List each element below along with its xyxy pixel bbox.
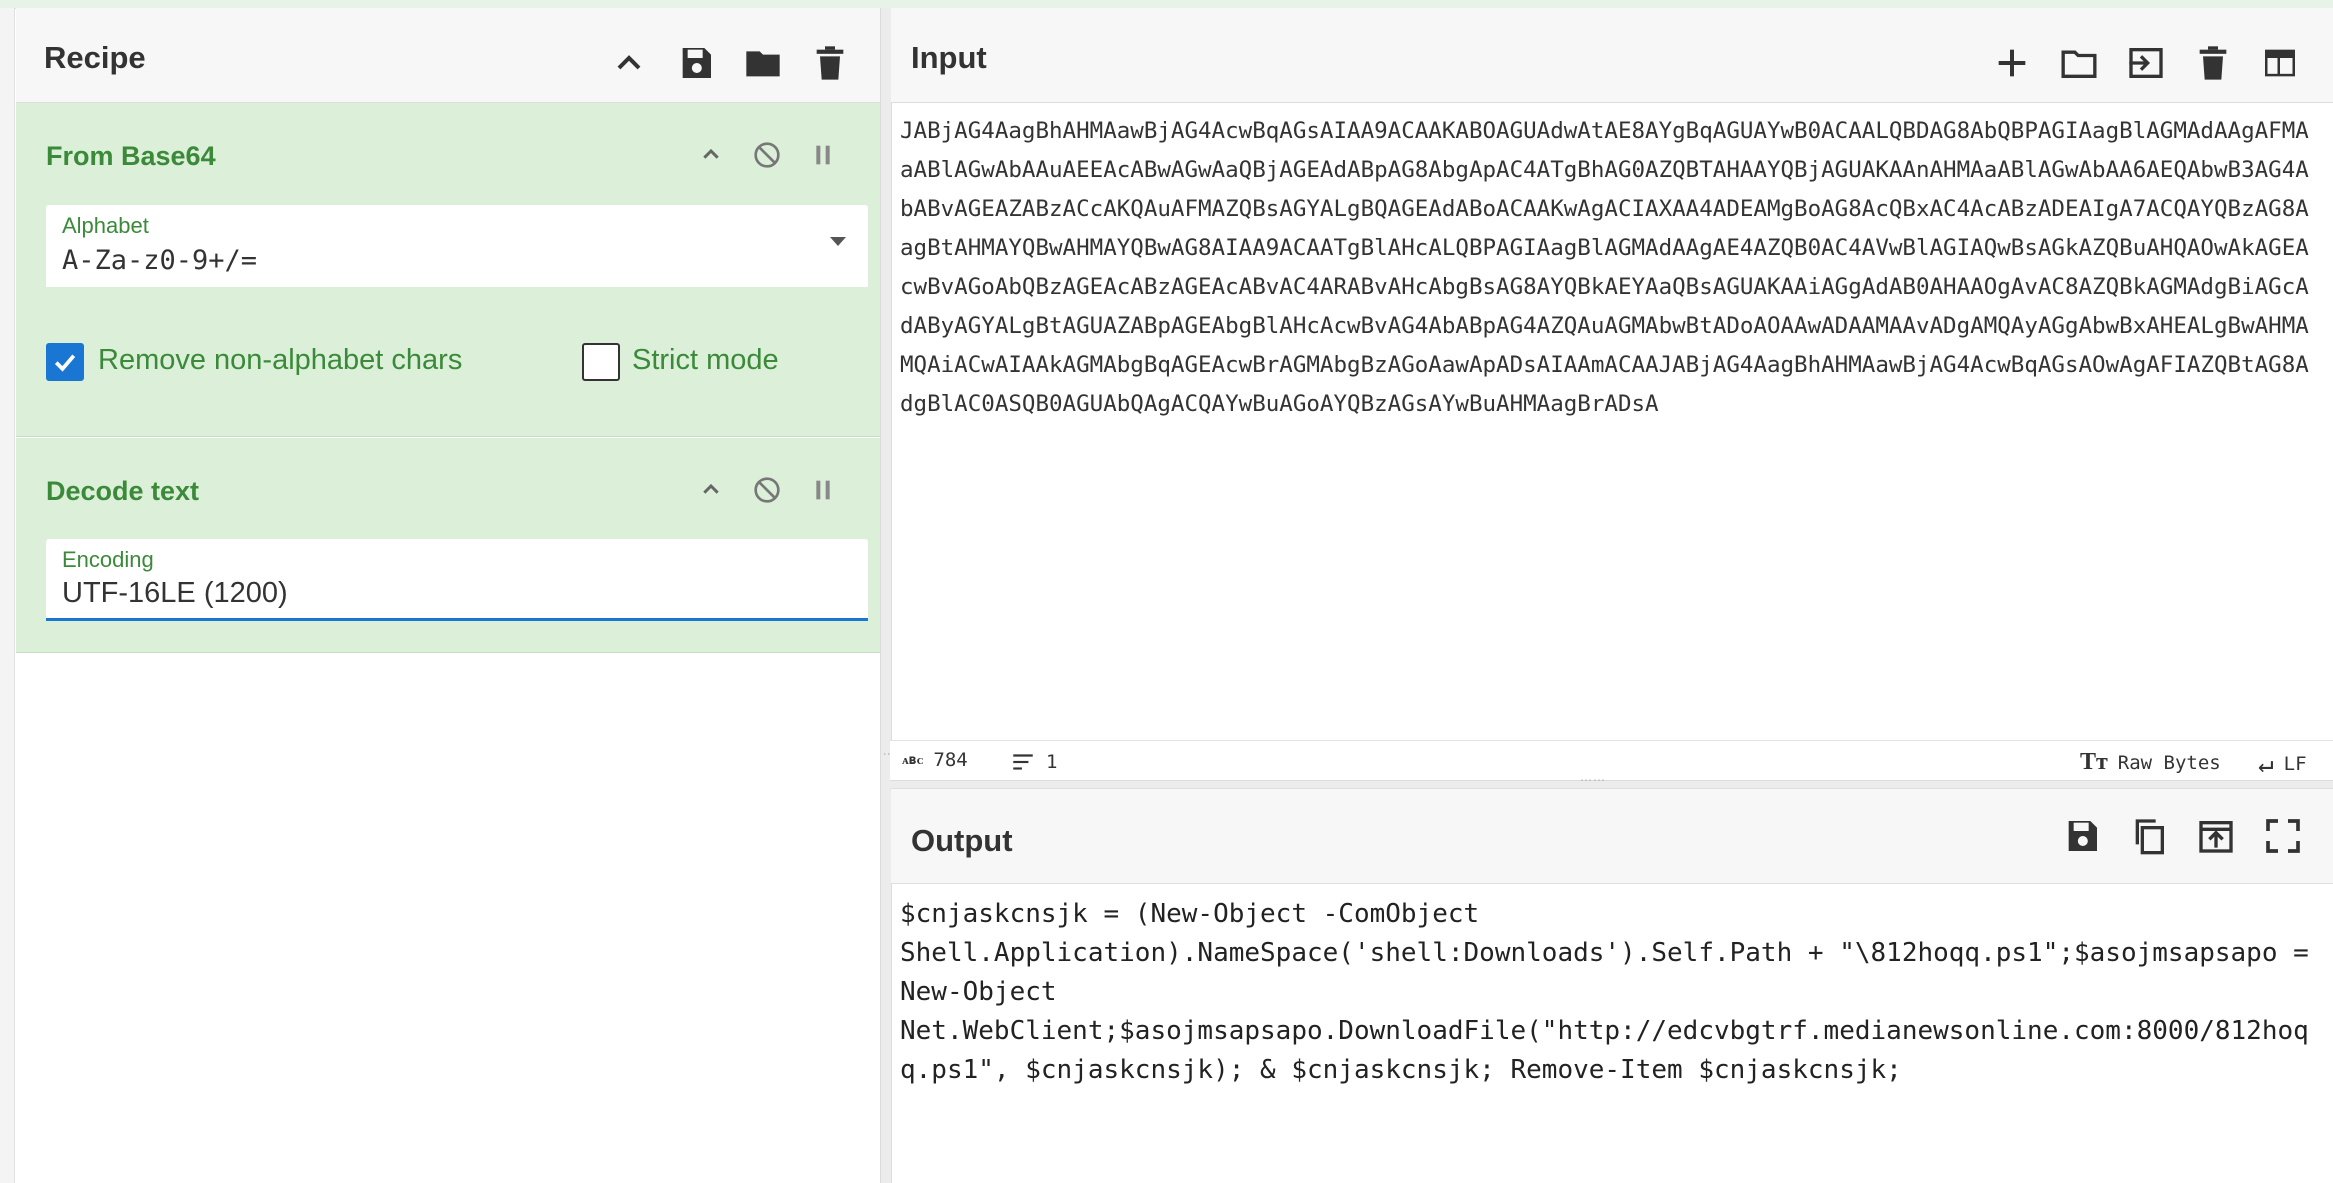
chevron-up-icon <box>617 55 641 70</box>
alphabet-select[interactable]: Alphabet A-Za-z0-9+/= <box>46 205 868 287</box>
strict-mode-label: Strict mode <box>632 344 779 376</box>
remove-nonalpha-checkbox[interactable] <box>46 343 84 381</box>
encoding-label: Encoding <box>62 547 154 572</box>
splitter-grip: ⋯⋯ <box>1580 773 1606 787</box>
operation-collapse-button[interactable] <box>692 471 730 509</box>
recipe-header: Recipe <box>16 8 880 103</box>
layout-icon <box>2265 49 2295 77</box>
operation-breakpoint-button[interactable] <box>804 136 842 174</box>
chevron-down-icon <box>830 237 846 246</box>
return-icon: ↵ <box>2258 749 2274 779</box>
line-count-value: 1 <box>1046 751 1058 773</box>
maximise-output-button[interactable] <box>2258 811 2308 861</box>
operation-title: Decode text <box>46 476 200 506</box>
checkmark-icon <box>54 354 76 372</box>
input-header: Input <box>891 8 2333 103</box>
recipe-clear-button[interactable] <box>805 38 855 88</box>
operation-collapse-button[interactable] <box>692 136 730 174</box>
recipe-load-button[interactable] <box>738 38 788 88</box>
recipe-save-button[interactable] <box>671 38 721 88</box>
recipe-title: Recipe <box>44 40 146 75</box>
char-count-value: 784 <box>933 749 968 771</box>
text-format-value: Raw Bytes <box>2117 751 2221 774</box>
text-format-icon: Tт <box>2080 749 2108 775</box>
fullscreen-icon <box>2266 819 2300 853</box>
strict-mode-checkbox[interactable] <box>582 343 620 381</box>
plus-icon <box>1998 49 2026 77</box>
save-icon <box>682 48 711 78</box>
remove-nonalpha-label: Remove non-alphabet chars <box>98 344 463 376</box>
vertical-splitter[interactable]: ⋮ <box>880 8 896 1183</box>
operation-breakpoint-button[interactable] <box>804 471 842 509</box>
encoding-value: UTF-16LE (1200) <box>62 577 288 609</box>
import-input-button[interactable] <box>2121 38 2171 88</box>
copy-output-button[interactable] <box>2124 811 2174 861</box>
input-textarea[interactable]: JABjAG4AagBhAHMAawBjAG4AcwBqAGsAIAA9ACAA… <box>900 112 2320 772</box>
chevron-up-icon <box>703 148 719 159</box>
output-header: Output <box>891 788 2333 884</box>
eol-value: LF <box>2283 753 2307 775</box>
save-output-button[interactable] <box>2057 811 2107 861</box>
eol-selector[interactable]: ↵ LF <box>2258 749 2307 779</box>
save-icon <box>2068 821 2097 851</box>
operation-disable-button[interactable] <box>748 136 786 174</box>
text-format-selector[interactable]: Tт Raw Bytes <box>2080 749 2221 776</box>
pause-icon <box>816 480 830 500</box>
move-output-to-input-button[interactable] <box>2191 811 2241 861</box>
output-textarea[interactable]: $cnjaskcnsjk = (New-Object -ComObject Sh… <box>900 895 2320 1175</box>
folder-icon <box>2061 50 2097 78</box>
abc-icon: ᴀʙᴄ <box>902 753 924 768</box>
encoding-select[interactable]: Encoding UTF-16LE (1200) <box>46 539 868 621</box>
operation-decode-text: Decode text Encoding UTF-16LE (1200) <box>16 438 880 653</box>
folder-icon <box>746 51 780 77</box>
trash-icon <box>816 46 844 80</box>
output-title: Output <box>911 823 1013 858</box>
operation-from-base64: From Base64 Alphabet A-Za-z0-9+/= Remove… <box>16 103 880 437</box>
add-input-tab-button[interactable] <box>1987 38 2037 88</box>
operation-title: From Base64 <box>46 141 216 171</box>
copy-icon <box>2135 819 2164 855</box>
disable-icon <box>754 142 780 168</box>
reset-layout-button[interactable] <box>2255 38 2305 88</box>
clear-input-button[interactable] <box>2188 38 2238 88</box>
line-count: 1 <box>1010 749 1057 775</box>
lines-icon <box>1013 754 1033 770</box>
left-gutter <box>0 8 15 1183</box>
chevron-up-icon <box>703 483 719 494</box>
input-title: Input <box>911 40 987 75</box>
move-to-input-icon <box>2199 821 2233 853</box>
trash-icon <box>2199 46 2227 80</box>
recipe-collapse-button[interactable] <box>604 38 654 88</box>
char-count: ᴀʙᴄ 784 <box>902 749 968 771</box>
open-input-file-button[interactable] <box>2054 38 2104 88</box>
alphabet-value: A-Za-z0-9+/= <box>62 245 258 276</box>
import-icon <box>2129 48 2163 78</box>
disable-icon <box>754 477 780 503</box>
input-status-bar: ᴀʙᴄ 784 1 Tт Raw Bytes ↵ LF <box>890 740 2333 781</box>
alphabet-label: Alphabet <box>62 213 149 238</box>
operation-disable-button[interactable] <box>748 471 786 509</box>
pause-icon <box>816 145 830 165</box>
